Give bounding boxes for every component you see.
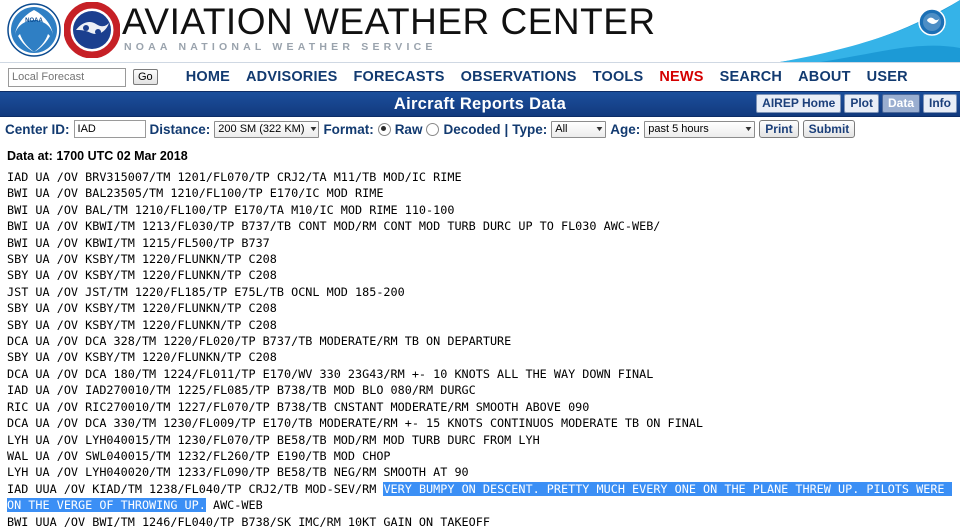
main-navigation-bar: Go HOME ADVISORIES FORECASTS OBSERVATION… xyxy=(0,63,960,91)
format-radio-raw[interactable] xyxy=(377,122,391,136)
chevron-down-icon: ▼ xyxy=(594,125,605,133)
nav-link-search[interactable]: SEARCH xyxy=(720,69,782,85)
report-line: WAL UA /OV SWL040015/TM 1232/FL260/TP E1… xyxy=(7,448,391,463)
format-label: Format: xyxy=(323,121,374,137)
age-select[interactable]: past 5 hours ▼ xyxy=(644,120,756,138)
report-line: DCA UA /OV DCA 330/TM 1230/FL009/TP E170… xyxy=(7,416,704,431)
reports-text-block[interactable]: IAD UA /OV BRV315007/TM 1201/FL070/TP CR… xyxy=(7,169,956,530)
nav-link-forecasts[interactable]: FORECASTS xyxy=(353,69,444,85)
print-button[interactable]: Print xyxy=(759,120,799,138)
report-line: BWI UA /OV KBWI/TM 1213/FL030/TP B737/TB… xyxy=(7,219,661,234)
noaa-logo-icon: NOAA xyxy=(7,3,61,57)
go-button[interactable]: Go xyxy=(133,69,158,85)
type-select-value: All xyxy=(555,123,568,135)
tab-airep-home[interactable]: AIREP Home xyxy=(756,94,842,113)
report-line: JST UA /OV JST/TM 1220/FL185/TP E75L/TB … xyxy=(7,284,405,299)
type-label: Type: xyxy=(512,121,548,137)
chevron-down-icon: ▼ xyxy=(308,125,318,133)
distance-select-value: 200 SM (322 KM) xyxy=(218,123,305,135)
report-line: IAD UA /OV BRV315007/TM 1201/FL070/TP CR… xyxy=(7,170,462,184)
report-line: SBY UA /OV KSBY/TM 1220/FLUNKN/TP C208 xyxy=(7,268,277,283)
nav-link-observations[interactable]: OBSERVATIONS xyxy=(461,69,577,85)
type-select[interactable]: All ▼ xyxy=(551,120,607,138)
report-line: DCA UA /OV DCA 180/TM 1224/FL011/TP E170… xyxy=(7,366,654,381)
reports-area: Data at: 1700 UTC 02 Mar 2018 IAD UA /OV… xyxy=(0,141,960,530)
nav-link-news[interactable]: NEWS xyxy=(659,69,703,85)
tab-plot[interactable]: Plot xyxy=(844,94,879,113)
age-select-value: past 5 hours xyxy=(648,123,709,135)
nav-link-advisories[interactable]: ADVISORIES xyxy=(246,69,337,85)
center-id-input[interactable] xyxy=(73,120,146,138)
center-id-label: Center ID: xyxy=(5,121,70,137)
section-title-bar: Aircraft Reports Data AIREP Home Plot Da… xyxy=(0,91,960,117)
distance-select[interactable]: 200 SM (322 KM) ▼ xyxy=(214,120,320,138)
age-label: Age: xyxy=(610,121,641,137)
format-radio-decoded[interactable] xyxy=(426,122,440,136)
page-title: AVIATION WEATHER CENTER xyxy=(122,1,656,42)
report-line: SBY UA /OV KSBY/TM 1220/FLUNKN/TP C208 xyxy=(7,301,277,316)
distance-label: Distance: xyxy=(149,121,211,137)
nav-link-tools[interactable]: TOOLS xyxy=(593,69,644,85)
data-timestamp: Data at: 1700 UTC 02 Mar 2018 xyxy=(7,149,188,163)
nav-links: HOME ADVISORIES FORECASTS OBSERVATIONS T… xyxy=(186,69,908,85)
local-forecast-input[interactable] xyxy=(8,67,126,87)
report-line: BWI UA /OV KBWI/TM 1215/FL500/TP B737 xyxy=(7,235,270,250)
report-line: DCA UA /OV DCA 328/TM 1220/FL020/TP B737… xyxy=(7,334,512,349)
report-line: IAD UUA /OV KIAD/TM 1238/FL040/TP CRJ2/T… xyxy=(7,481,952,513)
format-decoded-label: Decoded xyxy=(443,121,501,137)
controls-separator: | xyxy=(504,121,509,137)
report-line: LYH UA /OV LYH040020/TM 1233/FL090/TP BE… xyxy=(7,465,469,480)
nav-link-home[interactable]: HOME xyxy=(186,69,230,85)
nws-logo-icon xyxy=(64,2,120,58)
svg-text:NOAA: NOAA xyxy=(25,18,43,24)
report-line: IAD UA /OV IAD270010/TM 1225/FL085/TP B7… xyxy=(7,383,476,398)
selected-text[interactable]: VERY BUMPY ON DESCENT. PRETTY MUCH EVERY… xyxy=(7,481,952,513)
report-line: BWI UA /OV BAL23505/TM 1210/FL100/TP E17… xyxy=(7,186,384,201)
page-subtitle: NOAA NATIONAL WEATHER SERVICE xyxy=(124,41,437,53)
section-title: Aircraft Reports Data xyxy=(393,94,567,113)
banner-swoosh-decoration xyxy=(780,0,960,62)
format-raw-label: Raw xyxy=(394,121,423,137)
report-line: BWI UUA /OV BWI/TM 1246/FL040/TP B738/SK… xyxy=(7,514,490,529)
nav-link-user[interactable]: USER xyxy=(867,69,908,85)
report-line: LYH UA /OV LYH040015/TM 1230/FL070/TP BE… xyxy=(7,432,540,447)
section-tabs: AIREP Home Plot Data Info xyxy=(756,94,957,113)
chevron-down-icon: ▼ xyxy=(743,125,754,133)
report-line: RIC UA /OV RIC270010/TM 1227/FL070/TP B7… xyxy=(7,399,590,414)
submit-button[interactable]: Submit xyxy=(802,120,856,138)
report-line: SBY UA /OV KSBY/TM 1220/FLUNKN/TP C208 xyxy=(7,350,277,365)
report-line: BWI UA /OV BAL/TM 1210/FL100/TP E170/TA … xyxy=(7,202,455,217)
report-line: SBY UA /OV KSBY/TM 1220/FLUNKN/TP C208 xyxy=(7,317,277,332)
tab-data[interactable]: Data xyxy=(881,94,920,113)
tab-info[interactable]: Info xyxy=(923,94,957,113)
report-line: SBY UA /OV KSBY/TM 1220/FLUNKN/TP C208 xyxy=(7,252,277,267)
nav-link-about[interactable]: ABOUT xyxy=(798,69,851,85)
nws-emblem-icon xyxy=(918,8,946,36)
query-controls-bar: Center ID: Distance: 200 SM (322 KM) ▼ F… xyxy=(0,117,960,141)
site-banner: NOAA AVIATION WEATHER CENTER NOAA NATION… xyxy=(0,0,960,63)
